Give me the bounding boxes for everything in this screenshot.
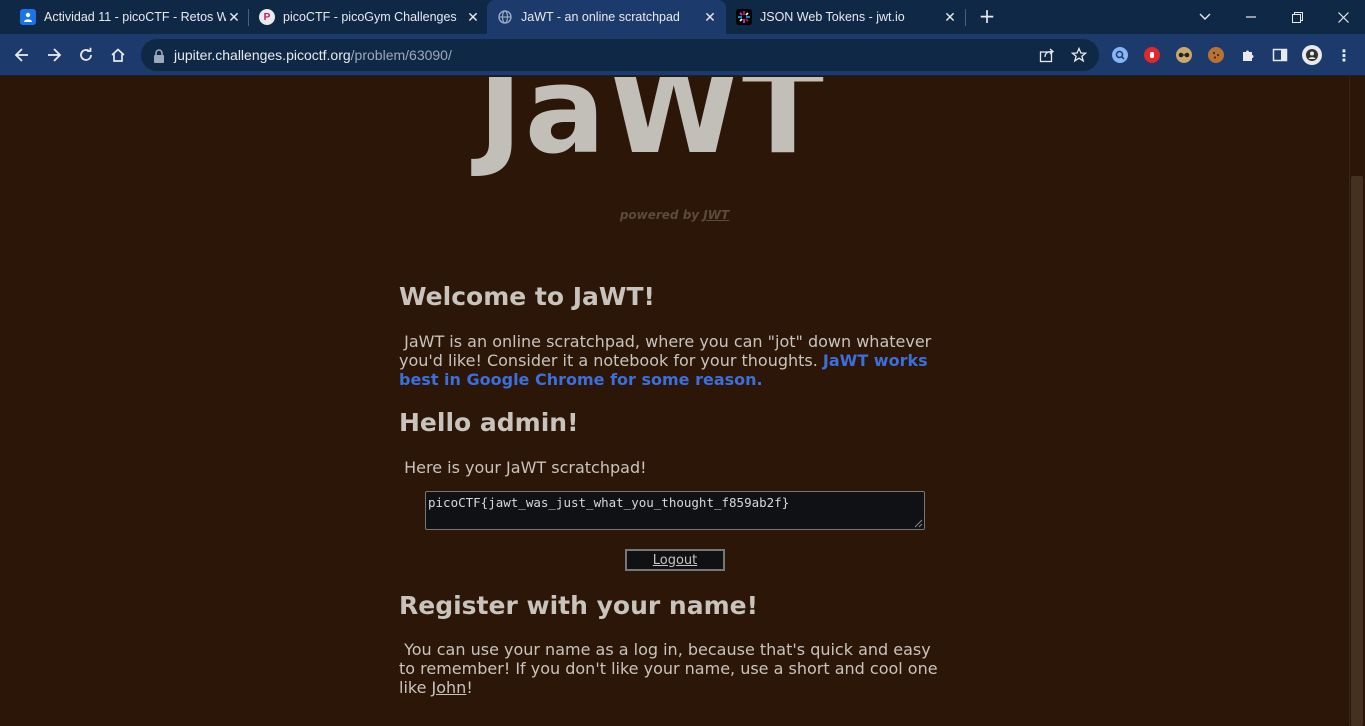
share-icon[interactable]	[1039, 47, 1055, 63]
tab-strip: Actividad 11 - picoCTF - Retos W ✕ P pic…	[0, 0, 1365, 34]
cookie-icon[interactable]	[1208, 47, 1224, 63]
close-tab-icon[interactable]: ✕	[702, 9, 718, 26]
profile-avatar-icon[interactable]	[1302, 45, 1322, 65]
close-tab-icon[interactable]: ✕	[226, 9, 242, 26]
welcome-heading: Welcome to JaWT!	[399, 282, 655, 311]
globe-icon	[497, 9, 513, 25]
example-name-john: John	[431, 678, 467, 697]
resize-grip-icon[interactable]	[914, 519, 923, 528]
powered-by: powered by JWT	[0, 208, 1349, 222]
forward-arrow-icon[interactable]	[42, 43, 66, 67]
close-tab-icon[interactable]: ✕	[465, 9, 481, 26]
adblock-hand-icon[interactable]	[1144, 47, 1160, 63]
jwt-link[interactable]: JWT	[703, 208, 729, 222]
side-panel-icon[interactable]	[1272, 47, 1288, 63]
extensions-puzzle-icon[interactable]	[1240, 47, 1256, 63]
register-suffix: !	[466, 678, 473, 697]
page-content: JaWT powered by JWT Welcome to JaWT! JaW…	[0, 77, 1349, 726]
powered-by-text: powered by	[619, 208, 700, 222]
tab-title: Actividad 11 - picoCTF - Retos W	[44, 10, 226, 24]
restore-icon[interactable]	[1274, 0, 1320, 34]
tab-picogym[interactable]: P picoCTF - picoGym Challenges ✕	[251, 0, 487, 34]
google-classroom-icon	[20, 9, 36, 25]
tab-separator	[965, 9, 966, 26]
register-heading: Register with your name!	[399, 591, 758, 620]
back-arrow-icon[interactable]	[10, 43, 34, 67]
close-tab-icon[interactable]: ✕	[942, 9, 958, 26]
logout-button[interactable]: Logout	[625, 549, 725, 571]
more-menu-icon[interactable]: ⋮	[1336, 46, 1352, 65]
hello-heading: Hello admin!	[399, 408, 579, 437]
home-icon[interactable]	[106, 43, 130, 67]
close-window-icon[interactable]	[1320, 0, 1365, 34]
tab-jwt-io[interactable]: JSON Web Tokens - jwt.io ✕	[728, 0, 964, 34]
url-host: jupiter.challenges.picoctf.org	[174, 47, 351, 63]
scrollbar-thumb[interactable]	[1351, 176, 1363, 726]
picoctf-icon: P	[259, 9, 275, 25]
tab-jawt[interactable]: JaWT - an online scratchpad ✕	[487, 0, 726, 34]
spy-glasses-icon[interactable]	[1176, 47, 1192, 63]
tab-title: JSON Web Tokens - jwt.io	[760, 10, 905, 24]
scratchpad-intro-text: Here is your JaWT scratchpad!	[404, 458, 647, 477]
jwt-icon	[736, 9, 752, 25]
url-text: jupiter.challenges.picoctf.org/problem/6…	[174, 47, 452, 63]
lock-icon[interactable]	[153, 48, 165, 63]
welcome-text: JaWT is an online scratchpad, where you …	[399, 332, 949, 389]
tab-actividad[interactable]: Actividad 11 - picoCTF - Retos W ✕	[12, 0, 248, 34]
google-lens-icon[interactable]	[1112, 47, 1128, 63]
new-tab-icon[interactable]: +	[977, 6, 997, 26]
jawt-logo: JaWT	[478, 77, 826, 181]
browser-toolbar: jupiter.challenges.picoctf.org/problem/6…	[0, 34, 1365, 76]
scratchpad-intro: Here is your JaWT scratchpad!	[399, 458, 949, 477]
bookmark-star-icon[interactable]	[1071, 47, 1087, 63]
reload-icon[interactable]	[74, 43, 98, 67]
register-description: You can use your name as a log in, becau…	[399, 640, 938, 697]
minimize-icon[interactable]	[1228, 0, 1274, 34]
tab-title: picoCTF - picoGym Challenges	[283, 10, 457, 24]
tab-title: JaWT - an online scratchpad	[521, 10, 680, 24]
tab-separator	[248, 9, 249, 26]
address-bar[interactable]: jupiter.challenges.picoctf.org/problem/6…	[141, 39, 1099, 71]
register-text: You can use your name as a log in, becau…	[399, 640, 949, 697]
url-path: /problem/63090/	[350, 47, 452, 63]
scratchpad-textarea[interactable]	[425, 491, 925, 530]
tab-search-icon[interactable]	[1182, 0, 1228, 34]
